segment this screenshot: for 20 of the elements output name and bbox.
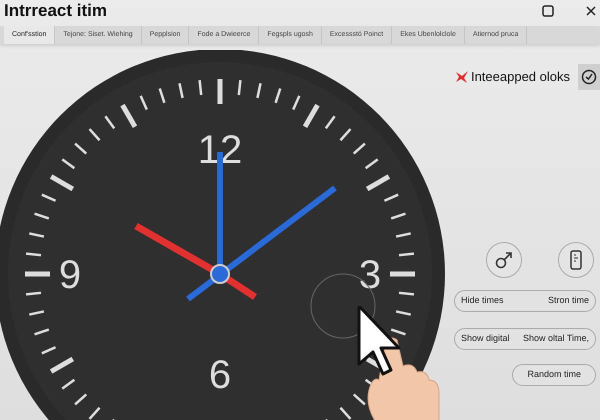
toggle-button[interactable]: Show digital xyxy=(461,332,510,346)
phone-icon xyxy=(570,250,582,270)
random-time-button[interactable]: Random time xyxy=(512,364,596,386)
maximize-icon[interactable] xyxy=(542,5,554,17)
window-title: Intrreact itim xyxy=(4,0,107,22)
toggle-button[interactable]: Stron time xyxy=(548,294,589,308)
toggle-button[interactable]: Show oltal Time, xyxy=(522,332,589,346)
male-symbol-icon xyxy=(494,250,514,270)
gender-symbol-button[interactable] xyxy=(486,242,522,278)
brand-label: Inteeapped oloks xyxy=(470,68,570,86)
clock-center-pin xyxy=(210,264,230,284)
clock-button[interactable] xyxy=(578,64,600,90)
close-icon[interactable] xyxy=(586,6,596,16)
toggle-button[interactable]: Hide times xyxy=(461,294,504,308)
clock-numeral: 3 xyxy=(358,253,382,297)
phone-button[interactable] xyxy=(558,242,594,278)
clock-numeral: 12 xyxy=(198,128,242,172)
clock-numeral: 9 xyxy=(58,253,82,297)
clock-numeral: 6 xyxy=(208,353,232,397)
clock-check-icon xyxy=(581,69,597,85)
